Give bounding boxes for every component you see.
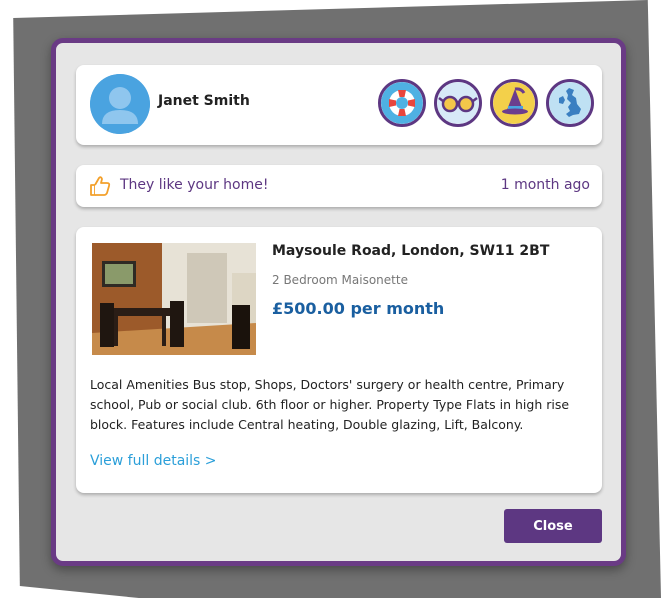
badge-list — [378, 79, 594, 127]
match-modal: Janet Smith They like your home! 1 month… — [51, 38, 626, 566]
property-price: £500.00 per month — [272, 299, 445, 318]
view-full-details-link[interactable]: View full details > — [90, 453, 217, 469]
thumbs-up-icon — [88, 174, 112, 198]
profile-card: Janet Smith — [76, 65, 602, 145]
property-photo[interactable] — [90, 241, 258, 357]
notification-text: They like your home! — [120, 177, 269, 193]
user-name: Janet Smith — [158, 93, 250, 109]
wizard-hat-icon[interactable] — [490, 79, 538, 127]
notification-time: 1 month ago — [500, 177, 590, 193]
glasses-icon[interactable] — [434, 79, 482, 127]
close-button[interactable]: Close — [504, 509, 602, 543]
property-address: Maysoule Road, London, SW11 2BT — [272, 243, 550, 259]
user-silhouette-icon — [90, 74, 150, 134]
property-type: 2 Bedroom Maisonette — [272, 273, 408, 287]
property-description: Local Amenities Bus stop, Shops, Doctors… — [90, 377, 570, 432]
lifebuoy-icon[interactable] — [378, 79, 426, 127]
property-card: Maysoule Road, London, SW11 2BT 2 Bedroo… — [76, 227, 602, 493]
uk-map-icon[interactable] — [546, 79, 594, 127]
notification-card: They like your home! 1 month ago — [76, 165, 602, 207]
